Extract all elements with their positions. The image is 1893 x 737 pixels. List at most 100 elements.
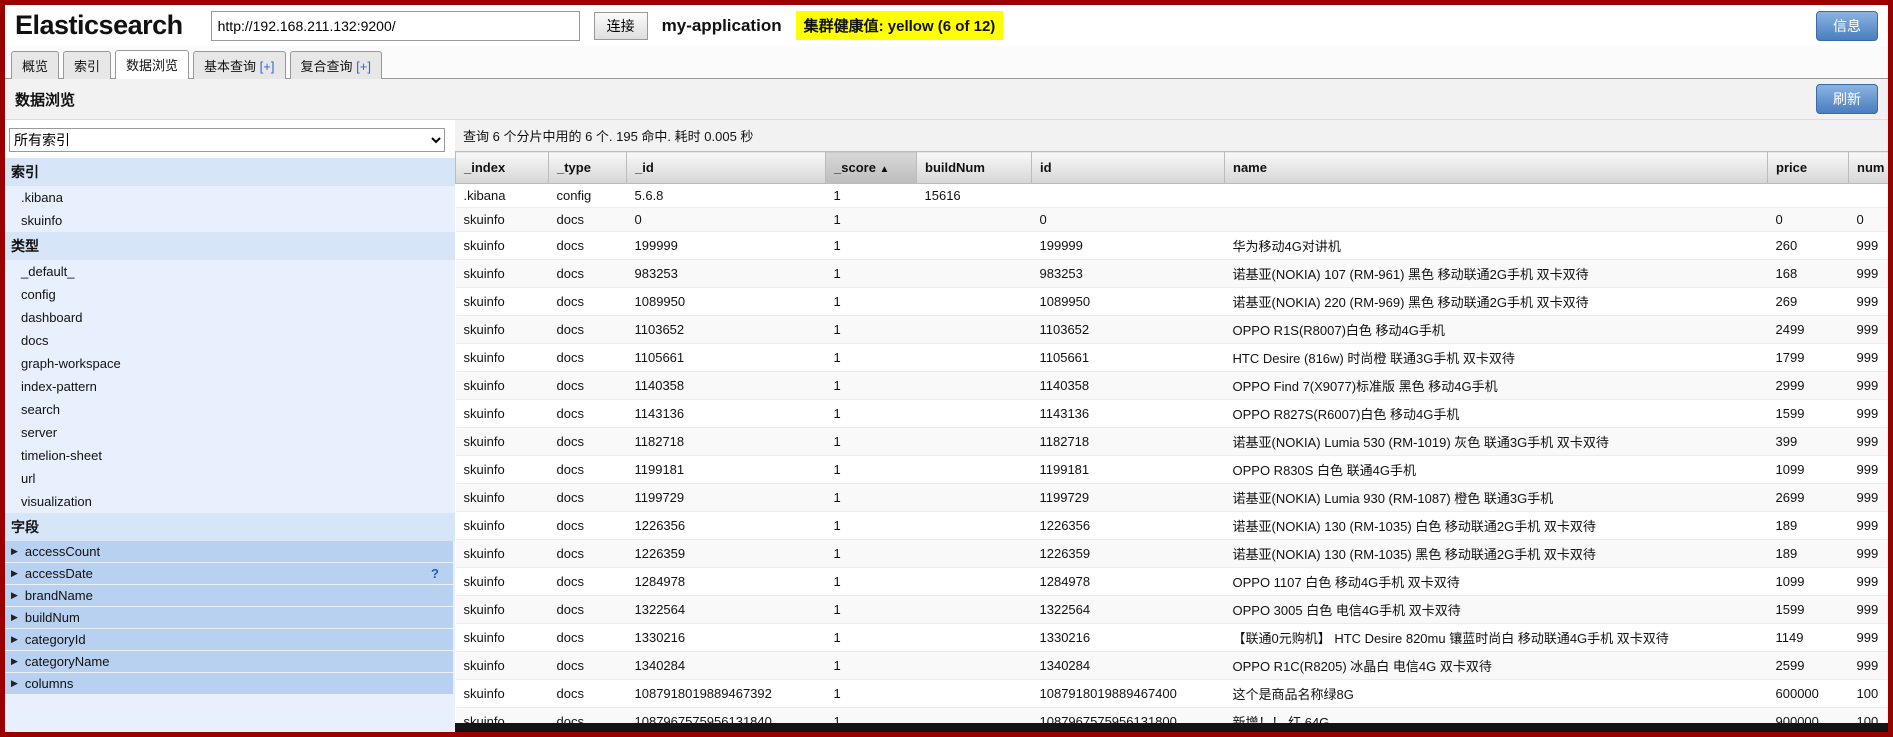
cell-buildNum <box>916 567 1032 596</box>
sidebar-item-docs[interactable]: docs <box>5 329 455 352</box>
sidebar-item-url[interactable]: url <box>5 467 455 490</box>
sidebar-item-skuinfo[interactable]: skuinfo <box>5 209 455 232</box>
cell-name: HTC Desire (816w) 时尚橙 联通3G手机 双卡双待 <box>1224 343 1768 372</box>
cell-id: 199999 <box>1031 231 1225 260</box>
table-row[interactable]: skuinfo docs 1089950 1 1089950 诺基亚(NOKIA) 220… <box>455 287 1888 316</box>
cell-_index: .kibana <box>455 183 549 208</box>
cell-_id: 983253 <box>626 259 826 288</box>
cell-name: 新增！！ 红 64G <box>1224 707 1768 723</box>
cell-num: 999 <box>1848 259 1888 288</box>
cell-_id: 1330216 <box>626 623 826 652</box>
table-header-row: _index _type _id _score ▲ buildNum id name pric… <box>455 151 1888 184</box>
sidebar-item-search[interactable]: search <box>5 398 455 421</box>
table-row[interactable]: skuinfo docs 1330216 1 1330216 【联通0元购机】 HTC D… <box>455 623 1888 652</box>
refresh-button[interactable]: 刷新 <box>1816 84 1878 114</box>
sidebar-item-.kibana[interactable]: .kibana <box>5 186 455 209</box>
column-header-_index[interactable]: _index <box>455 151 549 184</box>
tab-plus-icon: [+] <box>352 59 371 74</box>
table-row[interactable]: skuinfo docs 1199729 1 1199729 诺基亚(NOKIA) Lum… <box>455 483 1888 512</box>
cell-price: 900000 <box>1767 707 1849 723</box>
tab-label: 复合查询 <box>300 59 353 74</box>
sidebar-item-accessDate[interactable]: ▶ accessDate? <box>5 563 453 584</box>
page-title: 数据浏览 <box>15 91 76 109</box>
table-row[interactable]: skuinfo docs 1340284 1 1340284 OPPO R1C(R8205… <box>455 651 1888 680</box>
column-header-_id[interactable]: _id <box>626 151 826 184</box>
table-row[interactable]: skuinfo docs 0 1 0 0 0 <box>455 207 1888 232</box>
sidebar-item-label: dashboard <box>21 310 83 325</box>
sidebar-item-visualization[interactable]: visualization <box>5 490 455 513</box>
sidebar-item-timelion-sheet[interactable]: timelion-sheet <box>5 444 455 467</box>
sidebar-item-index-pattern[interactable]: index-pattern <box>5 375 455 398</box>
cell-price: 0 <box>1767 207 1849 232</box>
table-row[interactable]: skuinfo docs 983253 1 983253 诺基亚(NOKIA) 107 (… <box>455 259 1888 288</box>
sidebar-item-accessCount[interactable]: ▶ accessCount <box>5 541 453 562</box>
sidebar-item-config[interactable]: config <box>5 283 455 306</box>
column-header-id[interactable]: id <box>1031 151 1225 184</box>
horizontal-scrollbar[interactable] <box>455 723 1888 732</box>
cell-price: 189 <box>1767 511 1849 540</box>
sidebar-item-brandName[interactable]: ▶ brandName <box>5 585 453 606</box>
sidebar-item-server[interactable]: server <box>5 421 455 444</box>
sidebar-item-label: .kibana <box>21 190 63 205</box>
cell-num: 100 <box>1848 707 1888 723</box>
cell-_type: docs <box>548 539 627 568</box>
column-header-name[interactable]: name <box>1224 151 1768 184</box>
cell-_index: skuinfo <box>455 371 549 400</box>
cell-_id: 1087967575956131840 <box>626 707 826 723</box>
table-row[interactable]: skuinfo docs 1087918019889467392 1 108791801… <box>455 679 1888 708</box>
table-row[interactable]: .kibana config 5.6.8 1 15616 <box>455 183 1888 208</box>
table-row[interactable]: skuinfo docs 199999 1 199999 华为移动4G对讲机 260 999 <box>455 231 1888 260</box>
cell-_id: 1284978 <box>626 567 826 596</box>
table-row[interactable]: skuinfo docs 1226356 1 1226356 诺基亚(NOKIA) 130… <box>455 511 1888 540</box>
table-row[interactable]: skuinfo docs 1322564 1 1322564 OPPO 3005 白色 电… <box>455 595 1888 624</box>
tab-browser[interactable]: 数据浏览 <box>115 50 190 79</box>
table-row[interactable]: skuinfo docs 1143136 1 1143136 OPPO R827S(R60… <box>455 399 1888 428</box>
index-select[interactable]: 所有索引 <box>9 128 445 152</box>
sidebar-item-columns[interactable]: ▶ columns <box>5 673 453 694</box>
column-header-price[interactable]: price <box>1767 151 1849 184</box>
table-row[interactable]: skuinfo docs 1087967575956131840 1 108796757… <box>455 707 1888 723</box>
help-icon[interactable]: ? <box>431 566 439 581</box>
column-header-buildNum[interactable]: buildNum <box>916 151 1032 184</box>
cell-buildNum <box>916 427 1032 456</box>
cell-num: 999 <box>1848 231 1888 260</box>
sidebar-item-categoryId[interactable]: ▶ categoryId <box>5 629 453 650</box>
cell-_id: 1226359 <box>626 539 826 568</box>
tab-overview[interactable]: 概览 <box>11 51 60 79</box>
table-row[interactable]: skuinfo docs 1103652 1 1103652 OPPO R1S(R8007… <box>455 315 1888 344</box>
tab-bar: 概览 索引 数据浏览 基本查询 [+] 复合查询 [+] <box>5 46 1888 79</box>
cluster-name: my-application <box>661 15 782 35</box>
cell-name: 诺基亚(NOKIA) Lumia 930 (RM-1087) 橙色 联通3G手机 <box>1224 483 1768 512</box>
table-row[interactable]: skuinfo docs 1140358 1 1140358 OPPO Find 7(X9… <box>455 371 1888 400</box>
column-header-num[interactable]: num <box>1848 151 1888 184</box>
tab-indices[interactable]: 索引 <box>63 51 112 79</box>
table-row[interactable]: skuinfo docs 1105661 1 1105661 HTC Desire (81… <box>455 343 1888 372</box>
cell-price: 399 <box>1767 427 1849 456</box>
sidebar-item-_default_[interactable]: _default_ <box>5 260 455 283</box>
sidebar-item-categoryName[interactable]: ▶ categoryName <box>5 651 453 672</box>
sidebar-item-buildNum[interactable]: ▶ buildNum <box>5 607 453 628</box>
sidebar-item-dashboard[interactable]: dashboard <box>5 306 455 329</box>
cell-_score: 1 <box>825 371 917 400</box>
tab-compound-query[interactable]: 复合查询 [+] <box>289 51 382 79</box>
cell-buildNum <box>916 343 1032 372</box>
column-header-_score[interactable]: _score ▲ <box>825 151 917 184</box>
connect-button[interactable]: 连接 <box>593 11 648 40</box>
tab-basic-query[interactable]: 基本查询 [+] <box>193 51 286 79</box>
server-url-input[interactable] <box>210 10 580 41</box>
column-header-_type[interactable]: _type <box>548 151 627 184</box>
expand-icon: ▶ <box>11 656 18 666</box>
cell-num: 0 <box>1848 207 1888 232</box>
sidebar-item-graph-workspace[interactable]: graph-workspace <box>5 352 455 375</box>
table-row[interactable]: skuinfo docs 1226359 1 1226359 诺基亚(NOKIA) 130… <box>455 539 1888 568</box>
info-button[interactable]: 信息 <box>1816 10 1878 41</box>
table-row[interactable]: skuinfo docs 1199181 1 1199181 OPPO R830S 白色 … <box>455 455 1888 484</box>
cell-price: 2999 <box>1767 371 1849 400</box>
table-row[interactable]: skuinfo docs 1182718 1 1182718 诺基亚(NOKIA) Lum… <box>455 427 1888 456</box>
cell-_score: 1 <box>825 343 917 372</box>
cell-id: 1087918019889467400 <box>1031 679 1225 708</box>
table-row[interactable]: skuinfo docs 1284978 1 1284978 OPPO 1107 白色 移… <box>455 567 1888 596</box>
cell-buildNum <box>916 259 1032 288</box>
sidebar-item-label: brandName <box>24 588 93 603</box>
cell-num: 999 <box>1848 455 1888 484</box>
